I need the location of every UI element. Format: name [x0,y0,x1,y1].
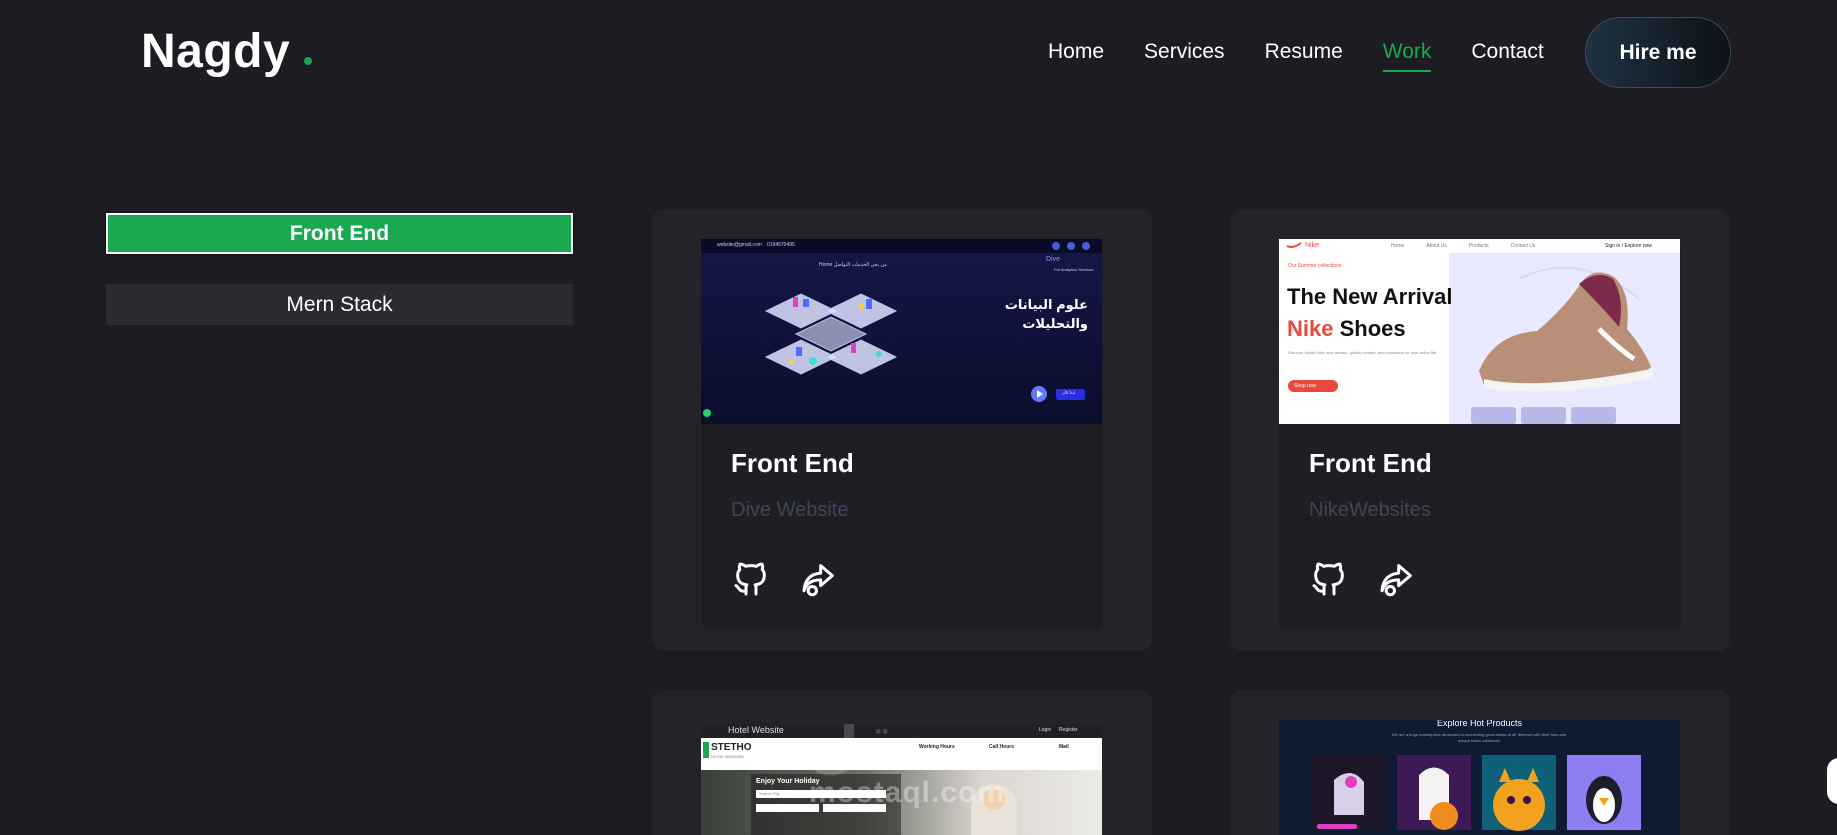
nike-heading-line2: Nike Shoes [1287,316,1406,342]
filter-mern-stack-button[interactable]: Mern Stack [106,284,573,325]
watermark-logo: مستقل [809,724,1022,779]
project-card-nike: Nike Home About Us Products Contact Us S… [1230,209,1730,651]
project-name: NikeWebsites [1309,499,1431,521]
project-name: Dive Website [731,499,849,521]
project-category: Front End [1309,448,1432,478]
side-scroll-tab[interactable] [1827,758,1837,804]
project-thumbnail-nike[interactable]: Nike Home About Us Products Contact Us S… [1279,239,1680,424]
nike-cta: Shop now [1294,383,1317,389]
dive-cta: ابدأ الآن [1062,390,1075,395]
project-thumbnail-dive[interactable]: website@gmail.com 0194570495 Home من نحن… [701,239,1102,424]
dive-brand: Dive [1046,256,1061,263]
nike-eyebrow: Our Summer collections [1288,263,1342,269]
project-thumbnail-products[interactable]: Explore Hot Products We are a huge marke… [1279,720,1680,835]
nav-home[interactable]: Home [1048,40,1104,72]
project-thumbnail-hotel[interactable]: Hotel Website Login Register STETHO HOTE… [701,724,1102,835]
nav-services[interactable]: Services [1144,40,1225,72]
nike-nav-item: About Us [1426,243,1447,249]
project-card-hotel: Hotel Website Login Register STETHO HOTE… [652,690,1152,835]
nike-heading-word: Shoes [1339,316,1406,341]
logo-dot [304,57,313,65]
dive-contact-email: website@gmail.com [717,242,762,248]
main-nav: Home Services Resume Work Contact [1048,40,1544,72]
hotel-title: Hotel Website [728,725,784,735]
share-link-icon[interactable] [1377,559,1417,599]
hotel-login: Login [1039,727,1052,733]
hotel-brand-sub: HOTEL BOOKING [711,754,744,759]
nav-resume[interactable]: Resume [1265,40,1343,72]
project-category: Front End [731,448,854,478]
hotel-mail: Mail [1059,744,1069,750]
dive-contact-phone: 0194570495 [767,242,795,248]
github-icon[interactable] [1309,559,1349,599]
hire-me-button[interactable]: Hire me [1585,17,1731,88]
nike-auth: Sign in / Explore now [1605,243,1652,249]
nav-contact[interactable]: Contact [1471,40,1543,72]
hotel-register: Register [1059,727,1078,733]
nav-work[interactable]: Work [1382,40,1431,72]
nike-body: Discover stylish Nike new arrivals, qual… [1288,350,1438,355]
nike-brand: Nike [1305,242,1320,249]
portfolio-page: Nagdy Home Services Resume Work Contact … [0,0,1837,835]
watermark-text: mostaql.com [809,776,1006,809]
project-card-body: Nike Home About Us Products Contact Us S… [1279,239,1681,629]
dive-heading-line1: علوم البيانات [1004,297,1088,312]
products-graphic [1317,767,1622,831]
nike-heading-accent: Nike [1287,316,1334,341]
nike-nav: Home About Us Products Contact Us [1391,243,1535,249]
nike-nav-item: Home [1391,243,1405,249]
project-links [1309,559,1417,599]
dive-heading-line2: والتحليلات [1022,316,1088,331]
filter-front-end-button[interactable]: Front End [106,213,573,254]
project-links [731,559,839,599]
site-logo[interactable]: Nagdy [141,24,313,79]
github-icon[interactable] [731,559,771,599]
hotel-brand: STETHO [711,742,752,753]
logo-text: Nagdy [141,25,291,78]
nike-nav-item: Contact Us [1510,243,1536,249]
project-card-body: website@gmail.com 0194570495 Home من نحن… [701,239,1103,629]
nike-heading-line1: The New Arrival [1287,284,1453,309]
dive-nav: Home من نحن الخدمات التواصل [819,262,887,268]
project-card-dive: website@gmail.com 0194570495 Home من نحن… [652,209,1152,651]
share-link-icon[interactable] [799,559,839,599]
dive-tagline: For Analytics Services [1054,267,1094,272]
nike-nav-item: Products [1468,243,1489,249]
project-card-products: Explore Hot Products We are a huge marke… [1230,690,1730,835]
